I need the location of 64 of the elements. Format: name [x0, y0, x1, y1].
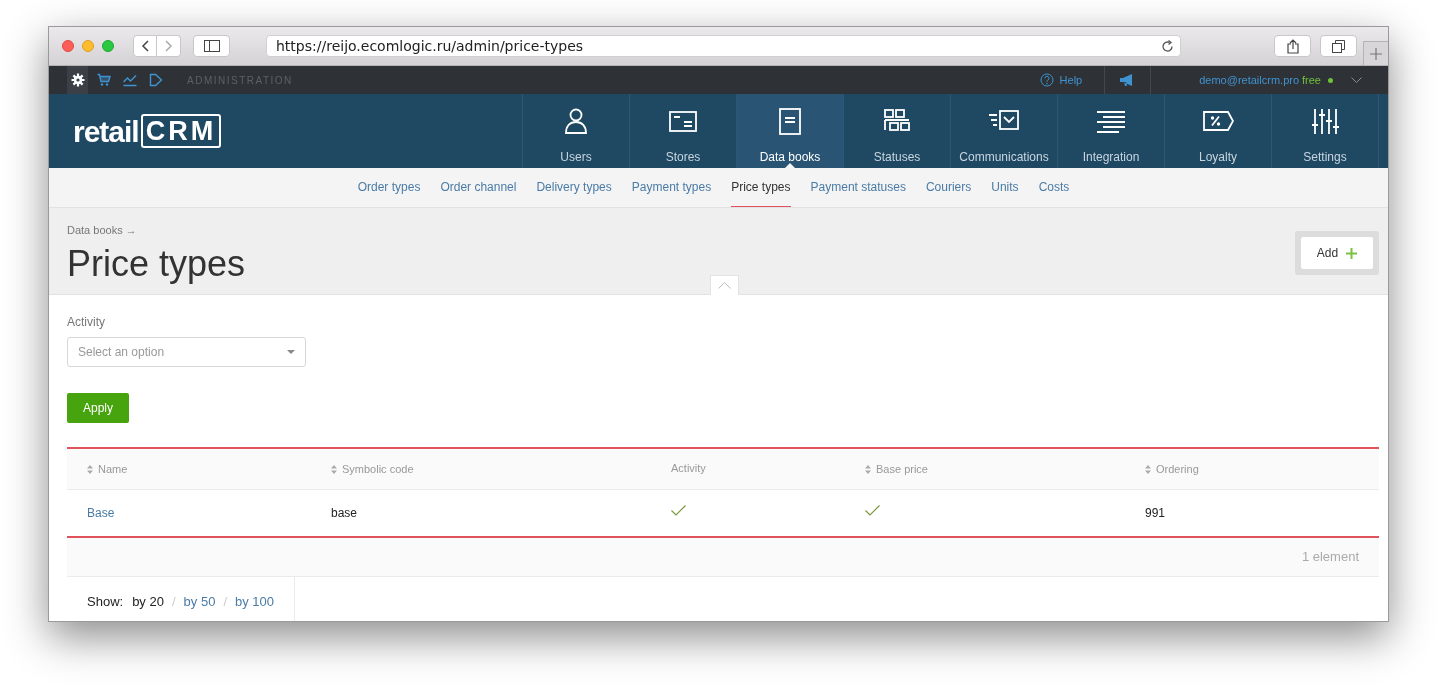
element-count: 1 element: [1301, 548, 1359, 567]
column-header[interactable]: Ordering: [1125, 449, 1379, 489]
sub-nav-tab[interactable]: Payment statuses: [810, 168, 906, 207]
page-size-link[interactable]: by 50: [183, 592, 216, 612]
sidebar-icon: [203, 40, 220, 52]
play-icon: [148, 73, 163, 87]
separator-text: /: [171, 593, 176, 612]
sliders-icon: [1309, 107, 1341, 136]
tabs-button[interactable]: [1320, 35, 1357, 57]
column-header[interactable]: Name: [67, 449, 311, 489]
caret-down-icon: [287, 350, 295, 354]
sub-nav-tab[interactable]: Units: [991, 168, 1019, 207]
add-button[interactable]: Add: [1301, 237, 1373, 269]
sub-nav-tab[interactable]: Order types: [357, 168, 421, 207]
tabs-icon: [1332, 39, 1345, 53]
select-placeholder: Select an option: [78, 344, 166, 361]
user-email-link[interactable]: demo@retailcrm.pro: [1199, 71, 1300, 89]
breadcrumb-link[interactable]: Data books →: [67, 222, 1295, 239]
reload-icon[interactable]: [1161, 39, 1174, 53]
nav-tab[interactable]: Data books: [737, 94, 844, 168]
column-header[interactable]: Base price: [845, 449, 1125, 489]
plan-label: free: [1302, 72, 1321, 88]
chart-icon: [122, 73, 137, 87]
back-button[interactable]: [133, 35, 157, 57]
name-link[interactable]: Base: [87, 504, 115, 522]
activity-select[interactable]: Select an option: [67, 337, 306, 367]
logo-text: retail: [73, 113, 139, 150]
sub-nav-tab[interactable]: Couriers: [925, 168, 972, 207]
plus-icon: [1346, 247, 1358, 259]
sub-nav-tab[interactable]: Order channel: [440, 168, 517, 207]
sub-nav-tab[interactable]: Payment types: [631, 168, 712, 207]
logo-mark: CRM: [140, 114, 222, 148]
show-label: Show:: [87, 593, 124, 612]
sub-nav-tab[interactable]: Price types: [731, 168, 791, 207]
column-header: Activity: [670, 460, 707, 476]
chevron-right-icon: [164, 40, 173, 52]
table-cell-text: 991: [1145, 505, 1166, 522]
share-icon: [1286, 38, 1299, 54]
url-field[interactable]: https://reijo.ecomlogic.ru/admin/price-types: [266, 35, 1181, 57]
page-title: Price types: [67, 243, 247, 284]
close-window-icon[interactable]: [62, 40, 74, 52]
page-size-link[interactable]: by 100: [235, 592, 275, 612]
question-icon: [1039, 73, 1054, 87]
url-text: https://reijo.ecomlogic.ru/admin/price-types: [276, 36, 585, 56]
maximize-window-icon[interactable]: [102, 40, 114, 52]
chevron-up-icon: [718, 282, 731, 289]
apply-button[interactable]: Apply: [67, 393, 129, 423]
share-button[interactable]: [1274, 35, 1311, 57]
plus-icon: [1370, 47, 1382, 60]
sub-nav-tab[interactable]: Costs: [1038, 168, 1070, 207]
admin-section-button[interactable]: [67, 66, 88, 94]
gear-icon: [70, 73, 85, 87]
logo[interactable]: retail CRM: [73, 94, 222, 168]
online-status-icon: [1328, 77, 1333, 83]
column-header[interactable]: Symbolic code: [311, 449, 651, 489]
cart-icon: [96, 73, 111, 87]
chevron-left-icon: [141, 40, 149, 52]
table-cell-text: base: [331, 505, 358, 522]
page-size-link[interactable]: by 20: [132, 592, 164, 612]
separator-text: /: [223, 593, 227, 612]
filter-label: Activity: [67, 314, 106, 331]
sub-nav-tab[interactable]: Delivery types: [536, 168, 612, 207]
chevron-down-icon[interactable]: [1351, 76, 1362, 84]
sidebar-button[interactable]: [193, 35, 230, 57]
